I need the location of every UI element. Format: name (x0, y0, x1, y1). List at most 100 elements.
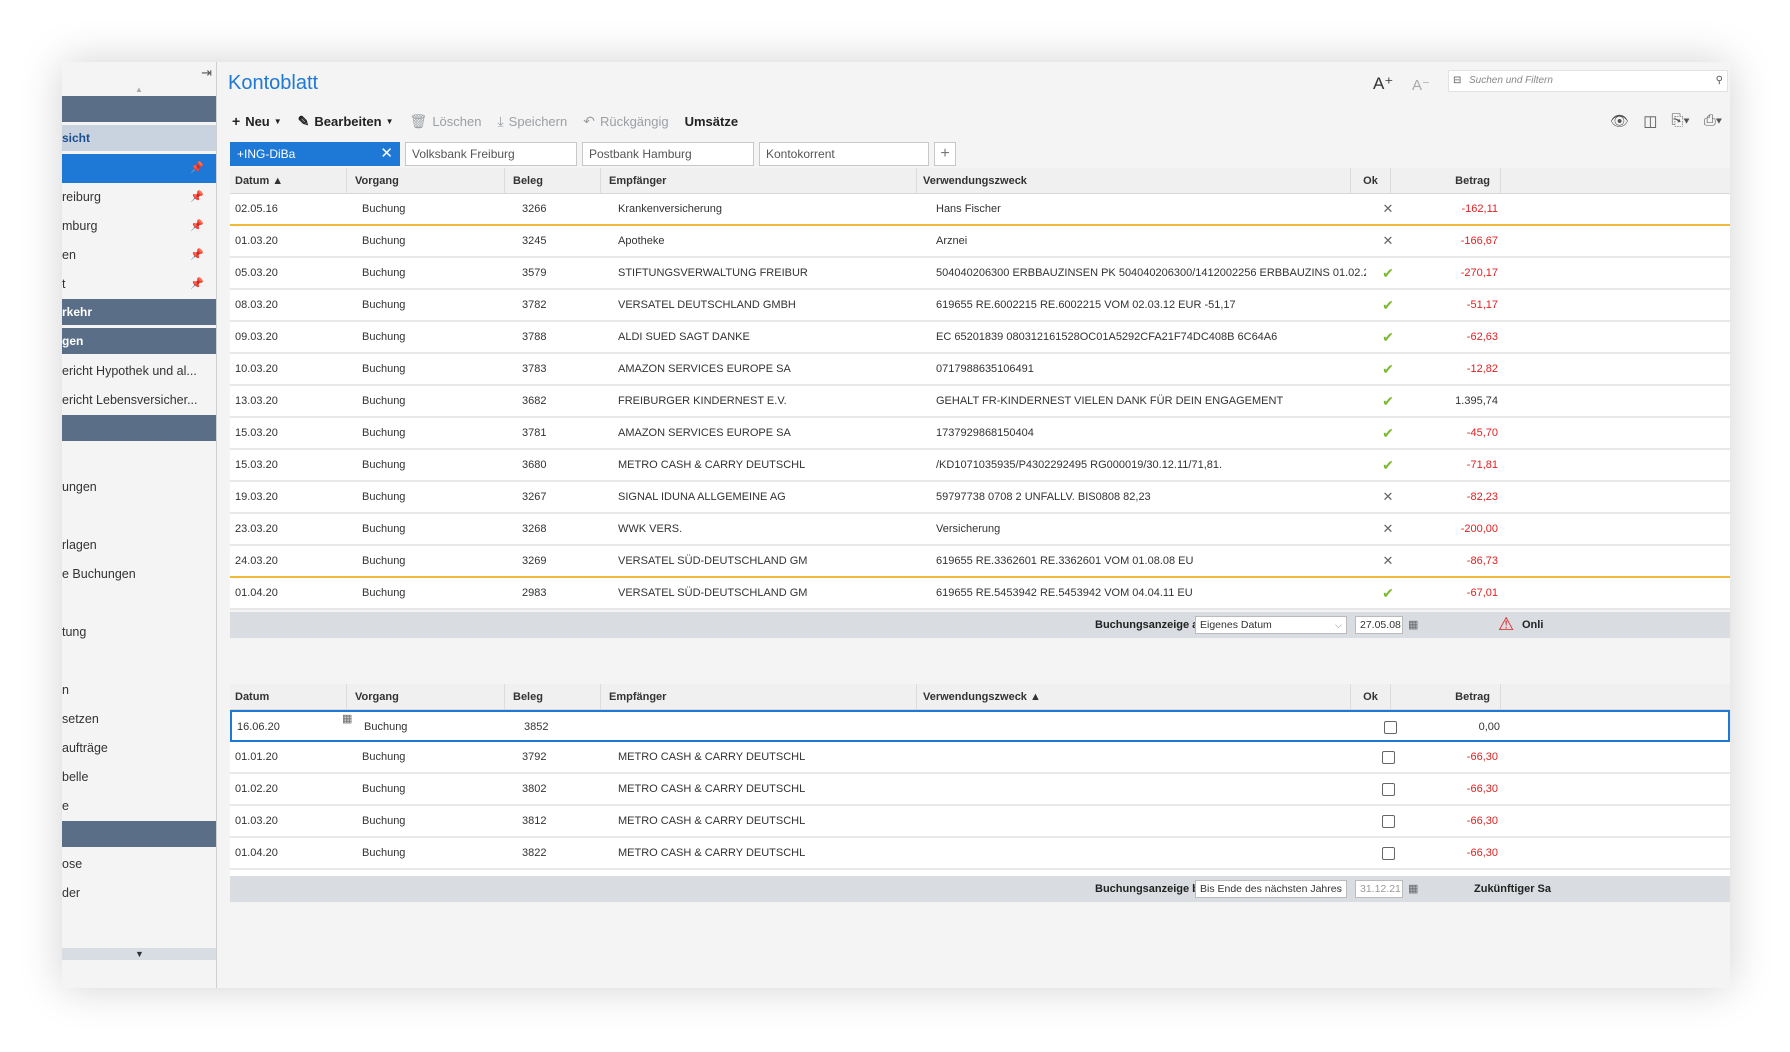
cell-ok[interactable]: ✔ (1368, 354, 1408, 384)
column-header[interactable]: Vorgang (347, 684, 505, 710)
cell-ok[interactable]: ✔ (1368, 450, 1408, 480)
sidebar-account-item[interactable]: en 📌 (62, 241, 216, 270)
pin-icon[interactable]: 📌 (190, 241, 204, 270)
calendar-icon[interactable]: ▦ (1408, 618, 1418, 631)
sidebar-section-verkehr[interactable]: rkehr (62, 299, 216, 325)
tab-account[interactable]: +ING-DiBa ✕ (230, 142, 400, 166)
calendar-icon[interactable]: ▦ (342, 712, 352, 725)
table-row[interactable]: 09.03.20 Buchung 3788 ALDI SUED SAGT DANKE E… (230, 322, 1730, 354)
column-header[interactable]: Datum ▲ (230, 168, 347, 194)
table-row[interactable]: 08.03.20 Buchung 3782 VERSATEL DEUTSCHLAND … (230, 290, 1730, 322)
search-icon[interactable]: ⚲ (1716, 71, 1723, 91)
font-increase-icon[interactable]: A⁺ (1373, 74, 1393, 94)
column-header[interactable]: Vorgang (347, 168, 505, 194)
table-row[interactable]: 15.03.20 Buchung 3781 AMAZON SERVICES EUROP… (230, 418, 1730, 450)
checkbox[interactable] (1381, 782, 1395, 796)
column-header[interactable]: Verwendungszweck (917, 168, 1351, 194)
cell-ok[interactable]: ✕ (1368, 482, 1408, 512)
sidebar-account-item[interactable]: 📌 (62, 154, 216, 183)
cell-ok[interactable] (1368, 774, 1408, 804)
cell-ok[interactable] (1370, 712, 1410, 742)
cell-ok[interactable]: ✕ (1368, 226, 1408, 256)
checkbox[interactable] (1381, 814, 1395, 828)
table-row[interactable]: 01.03.20 Buchung 3812 METRO CASH & CARRY DE… (230, 806, 1730, 838)
sidebar-account-item[interactable]: t 📌 (62, 270, 216, 299)
column-header[interactable]: Ok (1351, 684, 1391, 710)
tab-account[interactable]: Postbank Hamburg (582, 142, 754, 166)
column-header[interactable]: Datum (230, 684, 347, 710)
cell-ok[interactable]: ✔ (1368, 258, 1408, 288)
undo-button[interactable]: ↶ Rückgängig (583, 113, 668, 130)
column-header[interactable]: Betrag (1391, 168, 1501, 194)
pin-icon[interactable]: 📌 (190, 154, 204, 183)
pin-icon[interactable]: 📌 (190, 270, 204, 299)
sidebar-account-item[interactable]: mburg 📌 (62, 212, 216, 241)
cell-ok[interactable]: ✔ (1368, 578, 1408, 608)
sidebar-item[interactable]: e (62, 792, 216, 821)
column-header[interactable]: Beleg (505, 168, 601, 194)
display-from-date[interactable]: 27.05.08 (1355, 616, 1403, 634)
add-tab-button[interactable]: + (934, 142, 956, 166)
sidebar-item[interactable]: e Buchungen (62, 560, 216, 589)
sidebar-item[interactable]: aufträge (62, 734, 216, 763)
tab-account[interactable]: Kontokorrent (759, 142, 929, 166)
cell-ok[interactable]: ✕ (1368, 546, 1408, 576)
edit-button[interactable]: ✎ Bearbeiten ▼ (298, 113, 394, 130)
table-row[interactable]: 05.03.20 Buchung 3579 STIFTUNGSVERWALTUNG F… (230, 258, 1730, 290)
table-row[interactable]: 10.03.20 Buchung 3783 AMAZON SERVICES EUROP… (230, 354, 1730, 386)
sidebar-report-item[interactable]: ericht Hypothek und al... (62, 357, 216, 386)
collapse-sidebar-icon[interactable]: ⇥ (201, 65, 212, 81)
sidebar-item[interactable]: n (62, 676, 216, 705)
checkbox[interactable] (1383, 720, 1397, 734)
table-row[interactable]: 19.03.20 Buchung 3267 SIGNAL IDUNA ALLGEMEI… (230, 482, 1730, 514)
sidebar-report-item[interactable]: ericht Lebensversicher... (62, 386, 216, 415)
cell-ok[interactable]: ✔ (1368, 322, 1408, 352)
cell-ok[interactable]: ✔ (1368, 386, 1408, 416)
sidebar-item[interactable]: ose (62, 850, 216, 879)
new-button[interactable]: + Neu ▼ (232, 113, 282, 129)
column-header[interactable]: Beleg (505, 684, 601, 710)
table-row[interactable]: 23.03.20 Buchung 3268 WWK VERS. Versicherung… (230, 514, 1730, 546)
save-button[interactable]: ⤓ Speichern (497, 113, 567, 130)
scroll-up-icon[interactable]: ▲ (62, 84, 216, 96)
tab-account[interactable]: Volksbank Freiburg (405, 142, 577, 166)
cell-ok[interactable]: ✕ (1368, 194, 1408, 224)
search-input[interactable]: ⊟ Suchen und Filtern ⚲ (1448, 70, 1728, 92)
pin-icon[interactable]: 📌 (190, 212, 204, 241)
cell-ok[interactable]: ✕ (1368, 514, 1408, 544)
print-icon[interactable]: ⎙▾ (1704, 112, 1722, 130)
sidebar-item[interactable]: ungen (62, 473, 216, 502)
table-row[interactable]: 13.03.20 Buchung 3682 FREIBURGER KINDERNEST… (230, 386, 1730, 418)
column-header[interactable]: Ok (1351, 168, 1391, 194)
column-header[interactable]: Betrag (1391, 684, 1501, 710)
table-row[interactable]: 01.04.20 Buchung 3822 METRO CASH & CARRY DE… (230, 838, 1730, 870)
cell-ok[interactable] (1368, 806, 1408, 836)
display-until-date[interactable]: 31.12.21 (1355, 880, 1403, 898)
columns-icon[interactable]: ◫ (1643, 112, 1657, 130)
cell-ok[interactable] (1368, 838, 1408, 868)
scroll-down-icon[interactable]: ▼ (62, 948, 216, 960)
table-row[interactable]: 01.03.20 Buchung 3245 Apotheke Arznei ✕ -166,6… (230, 226, 1730, 258)
sidebar-item[interactable]: belle (62, 763, 216, 792)
cell-ok[interactable]: ✔ (1368, 290, 1408, 320)
cell-ok[interactable] (1368, 742, 1408, 772)
checkbox[interactable] (1381, 846, 1395, 860)
export-icon[interactable]: ⎘▾ (1671, 112, 1689, 130)
table-row[interactable]: 24.03.20 Buchung 3269 VERSATEL SÜD-DEUTSCHL… (230, 546, 1730, 578)
cell-ok[interactable]: ✔ (1368, 418, 1408, 448)
display-until-select[interactable]: Bis Ende des nächsten Jahres ⌵ (1195, 880, 1347, 898)
table-row[interactable]: 01.01.20 Buchung 3792 METRO CASH & CARRY DE… (230, 742, 1730, 774)
sidebar-item[interactable]: tung (62, 618, 216, 647)
eye-icon[interactable]: 👁 (1610, 112, 1629, 130)
sidebar-section-overview[interactable]: sicht (62, 125, 216, 151)
delete-button[interactable]: 🗑 Löschen (410, 113, 482, 130)
pin-icon[interactable]: 📌 (190, 183, 204, 212)
table-row[interactable]: 15.03.20 Buchung 3680 METRO CASH & CARRY DE… (230, 450, 1730, 482)
table-row[interactable]: 01.02.20 Buchung 3802 METRO CASH & CARRY DE… (230, 774, 1730, 806)
sidebar-item[interactable]: setzen (62, 705, 216, 734)
table-row[interactable]: 02.05.16 Buchung 3266 Krankenversicherung Ha… (230, 194, 1730, 226)
sidebar-item[interactable]: rlagen (62, 531, 216, 560)
sidebar-account-item[interactable]: reiburg 📌 (62, 183, 216, 212)
column-header[interactable]: Verwendungszweck ▲ (917, 684, 1351, 710)
display-from-select[interactable]: Eigenes Datum ⌵ (1195, 616, 1347, 634)
